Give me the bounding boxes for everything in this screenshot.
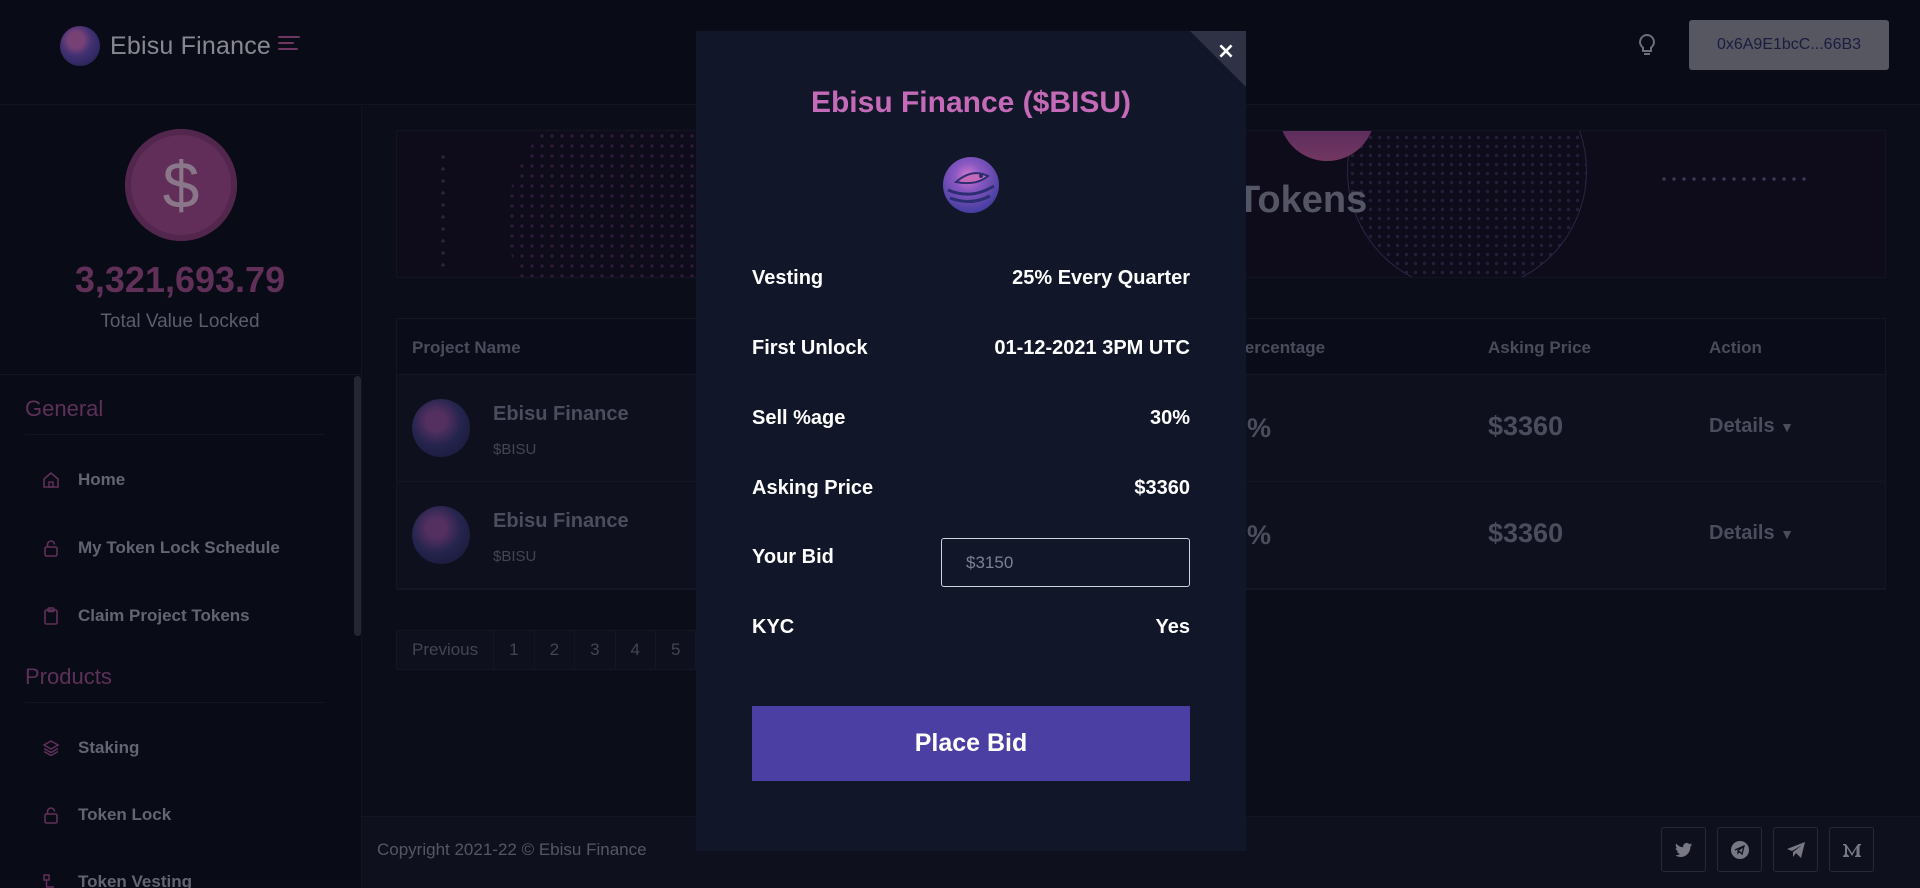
your-bid-label: Your Bid <box>752 546 834 568</box>
modal-title: Ebisu Finance ($BISU) <box>810 86 1132 119</box>
close-icon[interactable]: × <box>1214 39 1238 64</box>
kyc-label: KYC <box>752 616 795 638</box>
first-unlock-value: 01-12-2021 3PM UTC <box>994 337 1190 359</box>
first-unlock-label: First Unlock <box>752 337 868 359</box>
asking-price-label: Asking Price <box>752 477 874 499</box>
place-bid-button[interactable]: Place Bid <box>752 706 1190 781</box>
vesting-value: 25% Every Quarter <box>1012 267 1190 289</box>
vesting-label: Vesting <box>752 267 824 289</box>
ebisu-logo-icon <box>943 157 999 213</box>
asking-price-value: $3360 <box>1134 477 1190 499</box>
bid-input[interactable] <box>941 538 1190 587</box>
kyc-value: Yes <box>1155 616 1190 638</box>
bid-modal: × Ebisu Finance ($BISU) Vesting 25% Ever… <box>696 31 1246 851</box>
sell-percentage-value: 30% <box>1149 407 1190 429</box>
sell-percentage-label: Sell %age <box>752 407 846 429</box>
